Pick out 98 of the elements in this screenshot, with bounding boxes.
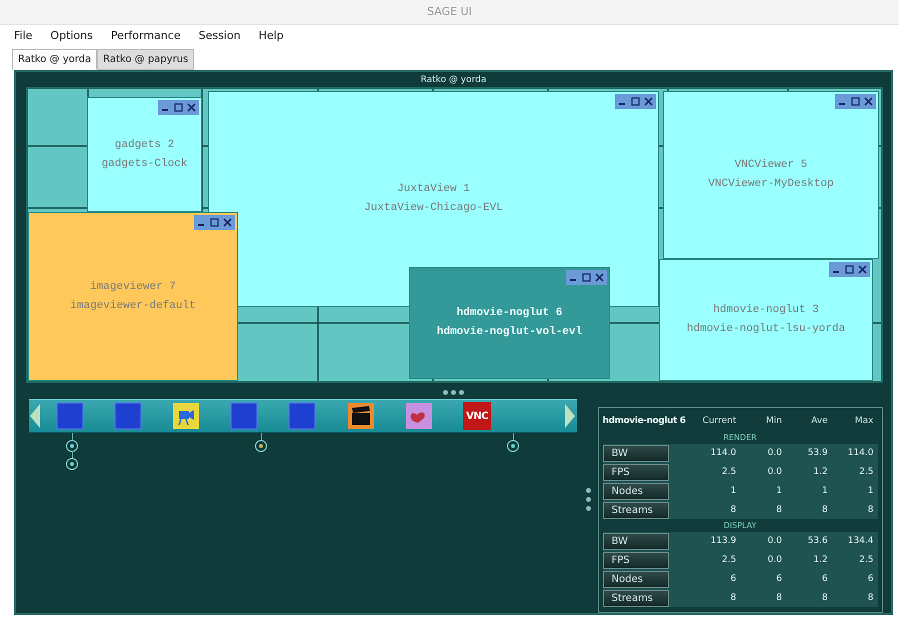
close-icon[interactable] — [862, 95, 875, 108]
column-header: Min — [765, 416, 783, 426]
app-config: JuxtaView-Chicago-EVL — [364, 201, 503, 216]
table-cell-text: 134.4 — [846, 536, 874, 546]
app-name: hdmovie-noglut 3 — [712, 303, 820, 318]
column-header: Current — [701, 416, 738, 426]
app-window[interactable]: VNCViewer 5 VNCViewer-MyDesktop — [663, 91, 879, 259]
section-title: RENDER — [722, 432, 758, 443]
app-name: hdmovie-noglut 6 — [456, 306, 564, 321]
menu-item[interactable]: File — [12, 28, 34, 43]
pin-marker[interactable] — [67, 441, 77, 451]
app-config: hdmovie-noglut-lsu-yorda — [686, 322, 846, 337]
section-title: DISPLAY — [722, 520, 758, 531]
metric-button[interactable]: FPS — [602, 552, 668, 568]
window-title: SAGE UI — [427, 5, 472, 18]
app-name: imageviewer 7 — [89, 280, 177, 294]
left-arrow-icon[interactable] — [28, 403, 40, 429]
camera-icon[interactable] — [172, 402, 200, 430]
metric-button[interactable]: FPS — [602, 464, 668, 480]
table-cell-text: 53.6 — [806, 536, 829, 546]
vnc-tile[interactable]: VNC — [463, 402, 492, 430]
table-cell-text: 1 — [730, 486, 738, 496]
metric-button[interactable]: Streams — [602, 502, 668, 518]
table-cell-text: 8 — [730, 593, 738, 603]
menu-item[interactable]: Help — [256, 28, 286, 43]
handle-icon[interactable] — [442, 389, 465, 396]
menu-item[interactable]: Performance — [108, 28, 183, 43]
table-cell-text: 8 — [866, 593, 874, 603]
app-config: VNCViewer-MyDesktop — [708, 177, 834, 192]
column-header: Ave — [810, 416, 829, 426]
table-cell-text: 8 — [775, 505, 783, 515]
table-cell-text: 0.0 — [766, 467, 783, 477]
close-icon[interactable] — [221, 216, 234, 229]
table-cell-text: 8 — [775, 593, 783, 603]
maximize-icon[interactable] — [208, 216, 221, 229]
metric-button[interactable]: BW — [602, 444, 668, 462]
app-window[interactable]: hdmovie-noglut 3 hdmovie-noglut-lsu-yorda — [659, 259, 873, 381]
app-window[interactable]: gadgets 2 gadgets-Clock — [87, 97, 202, 212]
table-cell-text: 8 — [866, 505, 874, 515]
table-cell-text: 2.5 — [858, 555, 874, 565]
app-tile[interactable] — [114, 402, 142, 430]
table-cell-text: 114.0 — [846, 448, 874, 458]
metric-button[interactable]: Nodes — [602, 482, 668, 500]
right-arrow-icon[interactable] — [564, 403, 576, 429]
table-cell-text: 114.0 — [709, 448, 738, 458]
app-config: hdmovie-noglut-vol-evl — [436, 325, 582, 340]
metric-button[interactable]: BW — [602, 532, 668, 550]
maximize-icon[interactable] — [172, 101, 185, 114]
app-config: imageviewer-default — [70, 298, 196, 314]
maximize-icon[interactable] — [629, 95, 642, 108]
menu-item[interactable]: Session — [196, 28, 243, 43]
close-icon[interactable] — [642, 95, 655, 108]
stats-title: hdmovie-noglut 6 — [602, 416, 687, 426]
pin-marker[interactable] — [67, 459, 77, 469]
maximize-icon[interactable] — [849, 95, 862, 108]
table-cell-text: 1.2 — [812, 467, 829, 477]
app-tile[interactable] — [288, 402, 316, 430]
clapperboard-icon[interactable] — [346, 402, 375, 430]
table-cell-text: 0.0 — [766, 536, 783, 546]
app-tile[interactable] — [56, 402, 84, 430]
table-cell-text: 6 — [821, 574, 829, 584]
tab[interactable]: Ratko @ yorda — [12, 49, 98, 70]
metric-button[interactable]: Nodes — [602, 570, 668, 588]
table-cell-text: 0.0 — [766, 555, 783, 565]
table-cell-text: 8 — [730, 505, 738, 515]
table-cell-text: 1 — [821, 486, 829, 496]
table-cell-text: 53.9 — [806, 448, 829, 458]
pin-marker[interactable] — [508, 441, 518, 451]
metric-button[interactable]: Streams — [602, 590, 668, 606]
app-name: VNCViewer 5 — [734, 158, 808, 173]
table-cell-text: 1 — [866, 486, 874, 496]
maximize-icon[interactable] — [580, 271, 593, 284]
menu-item[interactable]: Options — [48, 28, 95, 43]
handle-icon[interactable] — [584, 487, 592, 512]
app-config: gadgets-Clock — [102, 156, 188, 172]
table-cell-text: 0.0 — [766, 448, 783, 458]
table-cell-text: 8 — [821, 505, 829, 515]
close-icon[interactable] — [185, 101, 198, 114]
close-icon[interactable] — [593, 271, 606, 284]
table-cell-text: 1.2 — [812, 555, 829, 565]
app-name: JuxtaView 1 — [396, 182, 471, 197]
table-cell-text: 1 — [775, 486, 783, 496]
column-header: Max — [854, 416, 874, 426]
table-cell-text: 6 — [775, 574, 783, 584]
tab[interactable]: Ratko @ papyrus — [97, 49, 194, 70]
maximize-icon[interactable] — [843, 263, 856, 276]
table-cell-text: 6 — [730, 574, 738, 584]
table-cell-text: 6 — [866, 574, 874, 584]
pin-marker[interactable] — [256, 441, 266, 451]
table-cell-text: 2.5 — [720, 555, 738, 565]
table-cell-text: 8 — [821, 593, 829, 603]
table-cell-text: 2.5 — [720, 467, 738, 477]
table-cell-text: 113.9 — [709, 536, 738, 546]
display-title: Ratko @ yorda — [420, 74, 486, 87]
close-icon[interactable] — [856, 263, 869, 276]
app-name: gadgets 2 — [114, 138, 176, 152]
app-tile[interactable] — [230, 402, 258, 430]
table-cell-text: 2.5 — [858, 467, 874, 477]
